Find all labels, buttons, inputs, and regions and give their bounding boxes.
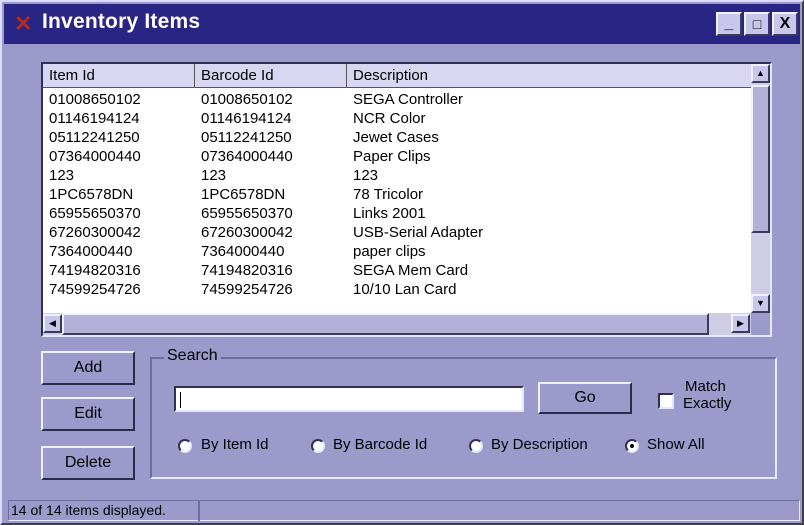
item-id-cell: 01008650102 [49, 91, 141, 108]
column-header-item-id[interactable]: Item Id [43, 64, 195, 88]
barcode-id-cell: 01146194124 [201, 110, 292, 127]
item-id-cell: 74599254726 [49, 281, 141, 298]
table-row[interactable]: 01008650102 01008650102 SEGA Controller [43, 90, 751, 109]
grid-header: Item Id Barcode Id Description [43, 64, 751, 88]
add-button[interactable]: Add [41, 351, 135, 385]
scroll-down-arrow-icon[interactable]: ▼ [751, 294, 770, 313]
horizontal-scrollbar[interactable]: ◀ ▶ [43, 313, 751, 335]
status-text: 14 of 14 items displayed. [11, 502, 166, 518]
item-id-cell: 07364000440 [49, 148, 141, 165]
barcode-id-cell: 07364000440 [201, 148, 293, 165]
barcode-id-cell: 123 [201, 167, 227, 184]
barcode-id-cell: 74194820316 [201, 262, 293, 279]
inventory-items-window: ✕ Inventory Items _ □ X Item Id Barcode … [0, 0, 804, 525]
table-row[interactable]: 74599254726 74599254726 10/10 Lan Card [43, 280, 751, 299]
radio-label-by-barcode-id[interactable]: By Barcode Id [333, 435, 427, 455]
description-cell: 78 Tricolor [353, 186, 424, 203]
description-cell: Paper Clips [353, 148, 431, 165]
scroll-up-arrow-icon[interactable]: ▲ [751, 64, 770, 83]
description-cell: paper clips [353, 243, 426, 260]
edit-button[interactable]: Edit [41, 397, 135, 431]
column-header-barcode-id[interactable]: Barcode Id [195, 64, 347, 88]
barcode-id-cell: 05112241250 [201, 129, 292, 146]
radio-by-item-id[interactable] [178, 439, 192, 453]
description-cell: 10/10 Lan Card [353, 281, 457, 298]
radio-label-by-item-id[interactable]: By Item Id [201, 435, 269, 455]
minimize-button[interactable]: _ [716, 12, 742, 36]
radio-by-description[interactable] [469, 439, 483, 453]
scroll-right-arrow-icon[interactable]: ▶ [731, 314, 750, 333]
scrollbar-corner [751, 313, 770, 335]
item-id-cell: 05112241250 [49, 129, 140, 146]
item-id-cell: 74194820316 [49, 262, 141, 279]
table-row[interactable]: 07364000440 07364000440 Paper Clips [43, 147, 751, 166]
vertical-scrollbar[interactable]: ▲ ▼ [751, 64, 770, 313]
description-cell: Jewet Cases [353, 129, 439, 146]
barcode-id-cell: 67260300042 [201, 224, 293, 241]
match-exactly-label[interactable]: Match Exactly [683, 378, 731, 412]
radio-by-barcode-id[interactable] [311, 439, 325, 453]
text-caret [180, 392, 181, 408]
item-id-cell: 65955650370 [49, 205, 141, 222]
item-id-cell: 01146194124 [49, 110, 140, 127]
search-input[interactable] [174, 386, 524, 412]
go-button[interactable]: Go [538, 382, 632, 414]
description-cell: Links 2001 [353, 205, 426, 222]
window-title: Inventory Items [42, 10, 201, 33]
barcode-id-cell: 74599254726 [201, 281, 293, 298]
maximize-button[interactable]: □ [744, 12, 770, 36]
description-cell: NCR Color [353, 110, 426, 127]
table-row[interactable]: 1PC6578DN 1PC6578DN 78 Tricolor [43, 185, 751, 204]
delete-button[interactable]: Delete [41, 446, 135, 480]
table-row[interactable]: 05112241250 05112241250 Jewet Cases [43, 128, 751, 147]
item-id-cell: 67260300042 [49, 224, 141, 241]
table-row[interactable]: 7364000440 7364000440 paper clips [43, 242, 751, 261]
barcode-id-cell: 65955650370 [201, 205, 293, 222]
status-bar-divider [198, 500, 200, 521]
description-cell: SEGA Controller [353, 91, 464, 108]
item-id-cell: 1PC6578DN [49, 186, 134, 203]
table-row[interactable]: 123 123 123 [43, 166, 751, 185]
description-cell: SEGA Mem Card [353, 262, 469, 279]
column-header-description[interactable]: Description [347, 64, 751, 88]
items-grid[interactable]: Item Id Barcode Id Description 010086501… [41, 62, 772, 337]
search-group [150, 357, 777, 479]
table-row[interactable]: 01146194124 01146194124 NCR Color [43, 109, 751, 128]
description-cell: 123 [353, 167, 379, 184]
barcode-id-cell: 1PC6578DN [201, 186, 286, 203]
barcode-id-cell: 7364000440 [201, 243, 285, 260]
match-exactly-checkbox[interactable] [658, 393, 674, 409]
close-button[interactable]: X [772, 12, 798, 36]
description-cell: USB-Serial Adapter [353, 224, 484, 241]
item-id-cell: 123 [49, 167, 75, 184]
vertical-scroll-thumb[interactable] [751, 85, 770, 233]
match-exactly-label-line2: Exactly [683, 395, 732, 412]
horizontal-scroll-thumb[interactable] [62, 313, 709, 335]
table-row[interactable]: 74194820316 74194820316 SEGA Mem Card [43, 261, 751, 280]
radio-label-by-description[interactable]: By Description [491, 435, 588, 455]
radio-show-all[interactable] [625, 439, 639, 453]
item-id-cell: 7364000440 [49, 243, 133, 260]
table-row[interactable]: 65955650370 65955650370 Links 2001 [43, 204, 751, 223]
radio-label-show-all[interactable]: Show All [647, 435, 705, 455]
status-bar: 14 of 14 items displayed. [8, 500, 800, 521]
table-row[interactable]: 67260300042 67260300042 USB-Serial Adapter [43, 223, 751, 242]
search-group-label: Search [164, 347, 221, 365]
title-bar[interactable]: ✕ Inventory Items _ □ X [4, 4, 800, 44]
barcode-id-cell: 01008650102 [201, 91, 293, 108]
scroll-left-arrow-icon[interactable]: ◀ [43, 314, 62, 333]
x-app-icon[interactable]: ✕ [14, 12, 40, 36]
match-exactly-label-line1: Match [685, 378, 726, 395]
